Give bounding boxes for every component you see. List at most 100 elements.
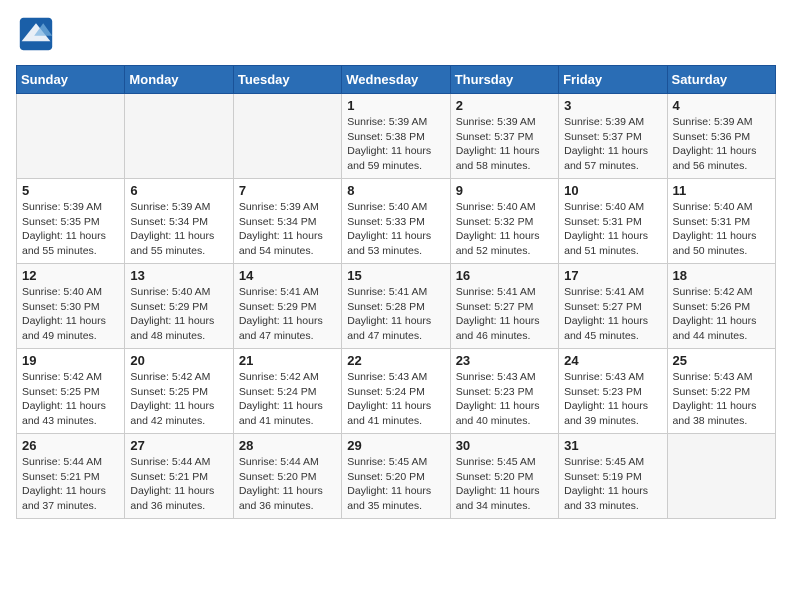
calendar-cell: 6 Sunrise: 5:39 AMSunset: 5:34 PMDaylight… [125,179,233,264]
page-header [16,16,776,57]
weekday-header: Friday [559,66,667,94]
day-info: Sunrise: 5:45 AMSunset: 5:20 PMDaylight:… [456,455,553,514]
day-number: 28 [239,438,336,453]
day-info: Sunrise: 5:39 AMSunset: 5:34 PMDaylight:… [239,200,336,259]
day-info: Sunrise: 5:43 AMSunset: 5:24 PMDaylight:… [347,370,444,429]
day-info: Sunrise: 5:40 AMSunset: 5:31 PMDaylight:… [564,200,661,259]
weekday-header: Sunday [17,66,125,94]
day-info: Sunrise: 5:42 AMSunset: 5:25 PMDaylight:… [22,370,119,429]
day-number: 21 [239,353,336,368]
calendar-header: SundayMondayTuesdayWednesdayThursdayFrid… [17,66,776,94]
day-info: Sunrise: 5:43 AMSunset: 5:23 PMDaylight:… [564,370,661,429]
day-number: 24 [564,353,661,368]
calendar-cell: 11 Sunrise: 5:40 AMSunset: 5:31 PMDayligh… [667,179,775,264]
calendar-table: SundayMondayTuesdayWednesdayThursdayFrid… [16,65,776,519]
day-number: 13 [130,268,227,283]
day-info: Sunrise: 5:40 AMSunset: 5:29 PMDaylight:… [130,285,227,344]
day-info: Sunrise: 5:44 AMSunset: 5:20 PMDaylight:… [239,455,336,514]
calendar-cell: 7 Sunrise: 5:39 AMSunset: 5:34 PMDaylight… [233,179,341,264]
day-number: 1 [347,98,444,113]
day-info: Sunrise: 5:44 AMSunset: 5:21 PMDaylight:… [22,455,119,514]
day-info: Sunrise: 5:43 AMSunset: 5:23 PMDaylight:… [456,370,553,429]
weekday-header: Saturday [667,66,775,94]
day-number: 18 [673,268,770,283]
day-number: 14 [239,268,336,283]
day-info: Sunrise: 5:39 AMSunset: 5:38 PMDaylight:… [347,115,444,174]
calendar-cell: 15Sunrise: 5:41 AMSunset: 5:28 PMDayligh… [342,264,450,349]
logo-icon [18,16,54,52]
calendar-week-row: 19 Sunrise: 5:42 AMSunset: 5:25 PMDayligh… [17,349,776,434]
calendar-cell [17,94,125,179]
day-number: 25 [673,353,770,368]
calendar-cell: 12 Sunrise: 5:40 AMSunset: 5:30 PMDayligh… [17,264,125,349]
day-number: 9 [456,183,553,198]
day-number: 5 [22,183,119,198]
calendar-cell: 19 Sunrise: 5:42 AMSunset: 5:25 PMDayligh… [17,349,125,434]
calendar-cell: 9Sunrise: 5:40 AMSunset: 5:32 PMDaylight… [450,179,558,264]
calendar-cell: 17Sunrise: 5:41 AMSunset: 5:27 PMDayligh… [559,264,667,349]
calendar-week-row: 12 Sunrise: 5:40 AMSunset: 5:30 PMDayligh… [17,264,776,349]
calendar-cell: 26 Sunrise: 5:44 AMSunset: 5:21 PMDayligh… [17,434,125,519]
calendar-cell: 8Sunrise: 5:40 AMSunset: 5:33 PMDaylight… [342,179,450,264]
weekday-header: Tuesday [233,66,341,94]
calendar-cell: 4 Sunrise: 5:39 AMSunset: 5:36 PMDaylight… [667,94,775,179]
day-number: 3 [564,98,661,113]
calendar-cell: 30 Sunrise: 5:45 AMSunset: 5:20 PMDayligh… [450,434,558,519]
day-number: 19 [22,353,119,368]
day-number: 26 [22,438,119,453]
day-info: Sunrise: 5:42 AMSunset: 5:26 PMDaylight:… [673,285,770,344]
calendar-week-row: 5 Sunrise: 5:39 AMSunset: 5:35 PMDaylight… [17,179,776,264]
day-info: Sunrise: 5:39 AMSunset: 5:36 PMDaylight:… [673,115,770,174]
day-info: Sunrise: 5:41 AMSunset: 5:29 PMDaylight:… [239,285,336,344]
day-info: Sunrise: 5:43 AMSunset: 5:22 PMDaylight:… [673,370,770,429]
day-info: Sunrise: 5:40 AMSunset: 5:30 PMDaylight:… [22,285,119,344]
calendar-cell: 24 Sunrise: 5:43 AMSunset: 5:23 PMDayligh… [559,349,667,434]
calendar-cell: 1 Sunrise: 5:39 AMSunset: 5:38 PMDaylight… [342,94,450,179]
calendar-cell: 29Sunrise: 5:45 AMSunset: 5:20 PMDayligh… [342,434,450,519]
day-number: 6 [130,183,227,198]
day-number: 8 [347,183,444,198]
calendar-cell: 27 Sunrise: 5:44 AMSunset: 5:21 PMDayligh… [125,434,233,519]
day-number: 20 [130,353,227,368]
day-info: Sunrise: 5:41 AMSunset: 5:28 PMDaylight:… [347,285,444,344]
calendar-cell: 13 Sunrise: 5:40 AMSunset: 5:29 PMDayligh… [125,264,233,349]
calendar-cell: 18 Sunrise: 5:42 AMSunset: 5:26 PMDayligh… [667,264,775,349]
calendar-cell [233,94,341,179]
day-number: 27 [130,438,227,453]
day-number: 4 [673,98,770,113]
weekday-header: Thursday [450,66,558,94]
day-info: Sunrise: 5:45 AMSunset: 5:20 PMDaylight:… [347,455,444,514]
day-number: 23 [456,353,553,368]
calendar-week-row: 26 Sunrise: 5:44 AMSunset: 5:21 PMDayligh… [17,434,776,519]
weekday-header: Wednesday [342,66,450,94]
day-info: Sunrise: 5:39 AMSunset: 5:37 PMDaylight:… [564,115,661,174]
day-number: 11 [673,183,770,198]
calendar-cell: 20Sunrise: 5:42 AMSunset: 5:25 PMDayligh… [125,349,233,434]
day-number: 17 [564,268,661,283]
day-info: Sunrise: 5:40 AMSunset: 5:31 PMDaylight:… [673,200,770,259]
day-info: Sunrise: 5:44 AMSunset: 5:21 PMDaylight:… [130,455,227,514]
day-info: Sunrise: 5:39 AMSunset: 5:34 PMDaylight:… [130,200,227,259]
day-number: 16 [456,268,553,283]
day-info: Sunrise: 5:39 AMSunset: 5:37 PMDaylight:… [456,115,553,174]
day-number: 2 [456,98,553,113]
calendar-cell [667,434,775,519]
calendar-cell: 22Sunrise: 5:43 AMSunset: 5:24 PMDayligh… [342,349,450,434]
calendar-cell: 23 Sunrise: 5:43 AMSunset: 5:23 PMDayligh… [450,349,558,434]
day-number: 12 [22,268,119,283]
day-info: Sunrise: 5:45 AMSunset: 5:19 PMDaylight:… [564,455,661,514]
calendar-cell: 16 Sunrise: 5:41 AMSunset: 5:27 PMDayligh… [450,264,558,349]
day-number: 7 [239,183,336,198]
day-number: 30 [456,438,553,453]
calendar-cell: 2 Sunrise: 5:39 AMSunset: 5:37 PMDaylight… [450,94,558,179]
day-info: Sunrise: 5:41 AMSunset: 5:27 PMDaylight:… [456,285,553,344]
calendar-cell: 14 Sunrise: 5:41 AMSunset: 5:29 PMDayligh… [233,264,341,349]
calendar-cell: 10Sunrise: 5:40 AMSunset: 5:31 PMDayligh… [559,179,667,264]
day-number: 31 [564,438,661,453]
day-info: Sunrise: 5:42 AMSunset: 5:24 PMDaylight:… [239,370,336,429]
calendar-week-row: 1 Sunrise: 5:39 AMSunset: 5:38 PMDaylight… [17,94,776,179]
logo [16,16,58,57]
calendar-cell: 31 Sunrise: 5:45 AMSunset: 5:19 PMDayligh… [559,434,667,519]
day-info: Sunrise: 5:39 AMSunset: 5:35 PMDaylight:… [22,200,119,259]
calendar-cell: 28 Sunrise: 5:44 AMSunset: 5:20 PMDayligh… [233,434,341,519]
